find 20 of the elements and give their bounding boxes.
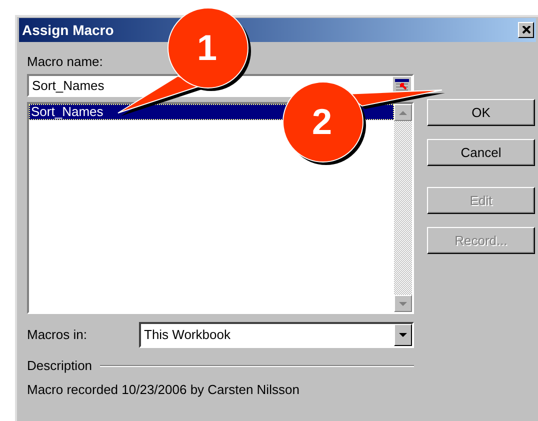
close-icon: [522, 26, 530, 34]
down-arrow-icon: [399, 302, 407, 306]
window-title: Assign Macro: [22, 20, 114, 40]
description-text: Macro recorded 10/23/2006 by Carsten Nilsson: [27, 380, 300, 399]
dialog-button[interactable]: OK: [427, 99, 535, 126]
macros-in-dropdown[interactable]: This Workbook: [139, 322, 414, 348]
field-label: Macro name:: [27, 54, 104, 70]
down-arrow-icon: [399, 333, 407, 337]
dialog-button[interactable]: Cancel: [427, 139, 535, 166]
scroll-up-button[interactable]: [394, 104, 412, 121]
field-label: Macros in:: [27, 326, 88, 344]
up-arrow-icon: [399, 110, 407, 114]
field-value: Sort_Names: [32, 76, 104, 95]
close-button[interactable]: [518, 22, 534, 38]
dropdown-value: This Workbook: [144, 326, 230, 344]
scroll-down-button[interactable]: [394, 295, 412, 312]
callout-number: 1: [197, 28, 218, 68]
section-label: Description: [27, 357, 92, 375]
dropdown-button[interactable]: [394, 324, 412, 346]
scrollbar[interactable]: [394, 104, 412, 312]
